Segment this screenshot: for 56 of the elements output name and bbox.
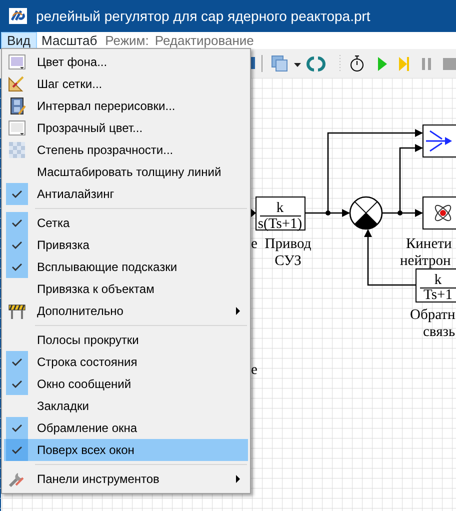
menu-item[interactable]: Прозрачный цвет...	[4, 117, 248, 139]
transfer-block	[256, 196, 306, 230]
caret-icon[interactable]	[294, 63, 301, 67]
block-denominator: Ts+1	[424, 287, 452, 303]
block-numerator: k	[276, 200, 284, 216]
barrier-icon	[8, 302, 26, 320]
transfer-block	[416, 268, 456, 302]
block-caption: Обратн	[410, 307, 456, 323]
mode-value: Редактирование	[154, 32, 255, 49]
pause-icon[interactable]	[422, 58, 431, 70]
menu-item[interactable]: Степень прозрачности...	[4, 139, 248, 161]
menu-item[interactable]: Интервал перерисовки...	[4, 95, 248, 117]
play-icon[interactable]	[378, 57, 387, 71]
menu-item[interactable]: Шаг сетки...	[4, 73, 248, 95]
caption-fragment: е	[251, 362, 258, 378]
junction-dot	[398, 210, 402, 216]
checker-icon	[8, 141, 26, 159]
block-caption: нейтрон	[400, 253, 451, 269]
layers-icon[interactable]	[272, 56, 288, 72]
summator-block	[349, 196, 383, 230]
ruler-icon	[8, 75, 26, 93]
wrench-icon	[8, 470, 26, 488]
block-caption: связь	[423, 324, 456, 340]
menu-item[interactable]: Обрамление окна	[4, 417, 248, 439]
menu-item[interactable]: Дополнительно	[4, 300, 248, 322]
menu-bar-item[interactable]: Масштаб	[36, 32, 102, 49]
splitter-block	[422, 124, 456, 158]
block-caption: Кинети	[406, 236, 452, 252]
menu-item[interactable]: Полосы прокрутки	[4, 329, 248, 351]
stopwatch-icon[interactable]	[350, 56, 364, 72]
menu-item[interactable]: Строка состояния	[4, 351, 248, 373]
menu-bar-item[interactable]: Вид	[1, 32, 37, 49]
menu-item[interactable]: Масштабировать толщину линий	[4, 161, 248, 183]
atom-icon	[434, 204, 452, 222]
app-logo-icon	[8, 6, 28, 26]
caption-fragment: е	[251, 236, 258, 252]
film-icon	[8, 97, 26, 115]
menu-item[interactable]: Поверх всех окон	[4, 439, 248, 461]
menu-item[interactable]: Окно сообщений	[4, 373, 248, 395]
junction-dot	[326, 210, 330, 216]
refresh-icon[interactable]	[306, 56, 326, 72]
window-title: релейный регулятор для сар ядерного реактора.prt	[36, 6, 370, 26]
color-swatch-icon	[8, 53, 26, 71]
menu-item[interactable]: Всплывающие подсказки	[4, 256, 248, 278]
block-numerator: k	[434, 272, 442, 288]
block-caption: СУЗ	[274, 253, 302, 269]
menu-item[interactable]: Антиалайзинг	[4, 183, 248, 205]
transparent-color-icon	[8, 119, 26, 137]
block-denominator: s(Ts+1)	[258, 216, 302, 232]
menu-item[interactable]: Панели инструментов	[4, 468, 248, 490]
block-caption: Привод	[264, 236, 312, 252]
menu-item[interactable]: Сетка	[4, 212, 248, 234]
menu-item[interactable]: Привязка к объектам	[4, 278, 248, 300]
menu-item[interactable]: Закладки	[4, 395, 248, 417]
menu-item[interactable]: Привязка	[4, 234, 248, 256]
mode-label: Режим:	[104, 32, 150, 49]
